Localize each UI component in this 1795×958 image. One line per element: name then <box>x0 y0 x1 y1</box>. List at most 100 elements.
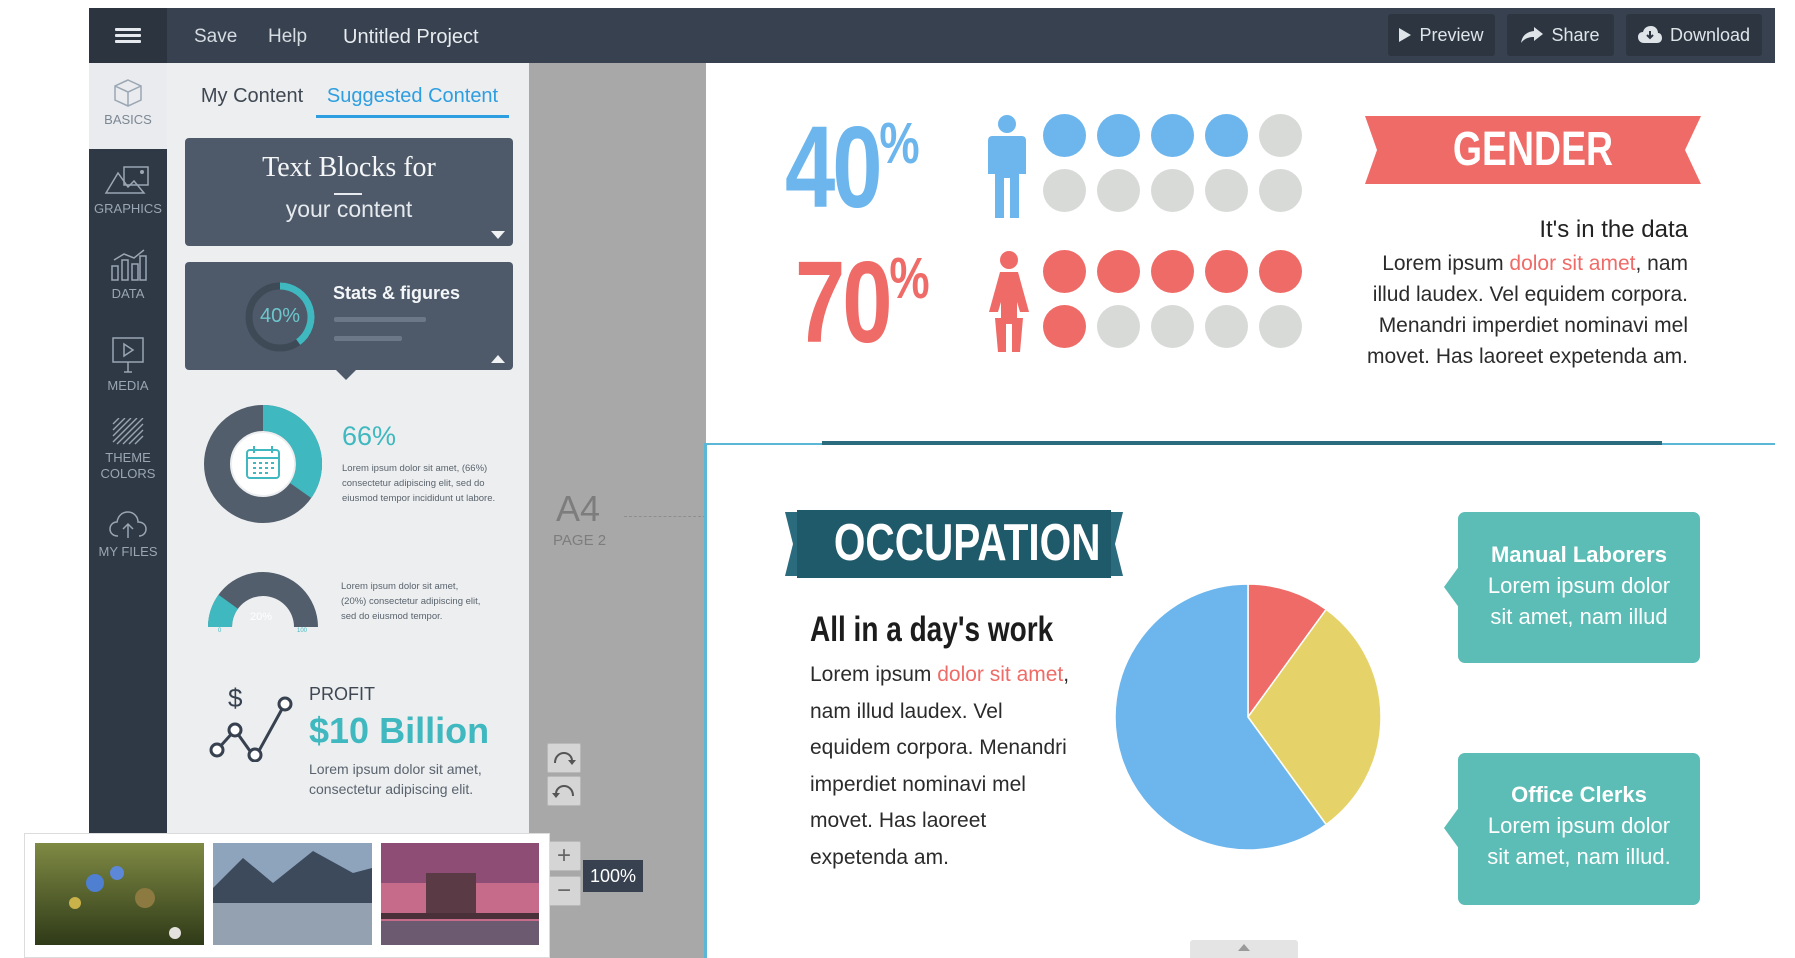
callout-title: Office Clerks <box>1511 782 1647 807</box>
rail-item-theme-colors[interactable]: THEME COLORS <box>89 418 167 482</box>
page-scroll-handle[interactable] <box>1190 940 1298 958</box>
gauge-min: 0 <box>218 628 222 634</box>
profit-value: $10 Billion <box>309 710 490 751</box>
percent-sign: % <box>879 111 919 176</box>
rail-item-basics[interactable]: BASICS <box>89 78 167 128</box>
filled-dot <box>1097 114 1140 157</box>
cloud-download-icon <box>1637 26 1662 43</box>
download-button[interactable]: Download <box>1626 14 1762 56</box>
gauge-value: 20% <box>250 611 273 623</box>
desc-line: consectetur adipiscing elit, sed do <box>342 478 485 489</box>
callout-manual-laborers[interactable]: Manual Laborers Lorem ipsum dolor sit am… <box>1458 512 1700 663</box>
gauge-description: Lorem ipsum dolor sit amet, (20%) consec… <box>341 579 480 624</box>
profit-description: Lorem ipsum dolor sit amet, consectetur … <box>309 759 482 799</box>
preview-button[interactable]: Preview <box>1388 14 1495 56</box>
profit-label: PROFIT <box>309 684 375 704</box>
male-percentage: 40% <box>785 100 920 234</box>
undo-icon <box>552 784 574 798</box>
filled-dot <box>1097 250 1140 293</box>
donut-description: Lorem ipsum dolor sit amet, (66%) consec… <box>342 461 495 506</box>
filled-dot <box>1043 250 1086 293</box>
rail-item-data[interactable]: DATA <box>89 248 167 302</box>
occupation-title: OCCUPATION <box>833 514 1101 572</box>
occupation-heading: All in a day's work <box>810 610 1054 649</box>
theme-stripes-icon <box>112 418 144 445</box>
page-divider-dash <box>624 516 706 517</box>
empty-dot <box>1043 169 1086 212</box>
save-button[interactable]: Save <box>194 8 237 63</box>
card-pointer <box>335 369 357 380</box>
data-heading: It's in the data <box>1539 216 1688 243</box>
help-button[interactable]: Help <box>268 8 307 63</box>
project-title[interactable]: Untitled Project <box>343 8 479 63</box>
highlight-text: dolor sit amet <box>1509 252 1636 275</box>
gauge-20-chart[interactable] <box>200 565 326 635</box>
percent-sign: % <box>889 246 929 311</box>
desc-line: eiusmod tempor incididunt ut labore. <box>342 493 496 504</box>
rail-item-graphics[interactable]: GRAPHICS <box>89 163 167 217</box>
page-divider-strip <box>822 441 1662 445</box>
rail-data-label: DATA <box>111 286 145 301</box>
placeholder-line <box>334 317 426 322</box>
female-person-icon <box>989 251 1029 352</box>
desc-line: Lorem ipsum dolor sit amet, <box>341 581 459 592</box>
cloud-upload-icon <box>109 511 147 538</box>
body-text: Lorem ipsum <box>1382 252 1510 275</box>
stats-figures-title: Stats & figures <box>333 283 461 303</box>
filled-dot <box>1151 250 1194 293</box>
preview-label: Preview <box>1419 24 1484 45</box>
filled-dot <box>1043 305 1086 348</box>
callout-text: Lorem ipsum dolor sit amet, nam illud. <box>1487 813 1671 869</box>
undo-button[interactable] <box>547 776 581 806</box>
desc-line: Lorem ipsum dolor sit amet, <box>309 761 482 777</box>
desc-line: (20%) consectetur adipiscing elit, <box>341 596 481 607</box>
trend-line-icon <box>209 696 293 762</box>
castle-photo[interactable] <box>381 843 539 945</box>
donut-66-chart[interactable] <box>203 404 323 524</box>
paper-size-label: A4 <box>556 488 601 529</box>
gauge-max: 100 <box>297 628 308 634</box>
empty-dot <box>1151 305 1194 348</box>
valley-photo[interactable] <box>213 843 372 945</box>
male-person-icon <box>988 115 1026 218</box>
donut-percentage: 66% <box>342 421 397 451</box>
male-value: 40 <box>785 102 883 232</box>
chevron-down-icon[interactable] <box>491 231 505 240</box>
empty-dot <box>1259 114 1302 157</box>
zoom-out-button[interactable]: − <box>547 876 581 906</box>
flowers-photo[interactable] <box>35 843 204 945</box>
page-label: PAGE 2 <box>553 532 607 549</box>
callout-office-clerks[interactable]: Office Clerks Lorem ipsum dolor sit amet… <box>1458 753 1700 905</box>
tab-suggested-content[interactable]: Suggested Content <box>316 78 509 118</box>
rail-item-my-files[interactable]: MY FILES <box>89 508 167 560</box>
cube-icon <box>114 79 142 107</box>
filled-dot <box>1205 250 1248 293</box>
download-label: Download <box>1669 24 1751 45</box>
desc-line: sed do eiusmod tempor. <box>341 611 443 622</box>
hamburger-menu-icon[interactable] <box>89 8 167 63</box>
occupation-pie-chart[interactable] <box>1113 582 1383 852</box>
rail-item-media[interactable]: MEDIA <box>89 336 167 394</box>
share-label: Share <box>1551 24 1600 45</box>
text-blocks-subtitle: your content <box>285 196 413 222</box>
empty-dot <box>1205 305 1248 348</box>
occupation-body-text: Lorem ipsum dolor sit amet, nam illud la… <box>810 657 1080 876</box>
tab-my-content[interactable]: My Content <box>196 78 308 118</box>
play-icon <box>1399 28 1412 42</box>
chevron-up-icon <box>1238 944 1250 951</box>
stats-figures-card[interactable] <box>185 262 513 370</box>
rail-my-files-label: MY FILES <box>98 544 158 559</box>
rail-theme-label: THEME <box>105 450 151 465</box>
rail-media-label: MEDIA <box>107 378 149 393</box>
placeholder-line <box>334 336 402 341</box>
zoom-level: 100% <box>583 860 643 892</box>
body-text: , nam illud laudex. Vel equidem corpora.… <box>810 663 1070 869</box>
chevron-up-icon[interactable] <box>491 355 505 364</box>
divider <box>334 193 362 195</box>
redo-icon <box>554 751 576 765</box>
desc-line: consectetur adipiscing elit. <box>309 781 474 797</box>
zoom-in-button[interactable]: + <box>547 841 581 871</box>
redo-button[interactable] <box>547 743 581 773</box>
share-button[interactable]: Share <box>1507 14 1614 56</box>
filled-dot <box>1043 114 1086 157</box>
